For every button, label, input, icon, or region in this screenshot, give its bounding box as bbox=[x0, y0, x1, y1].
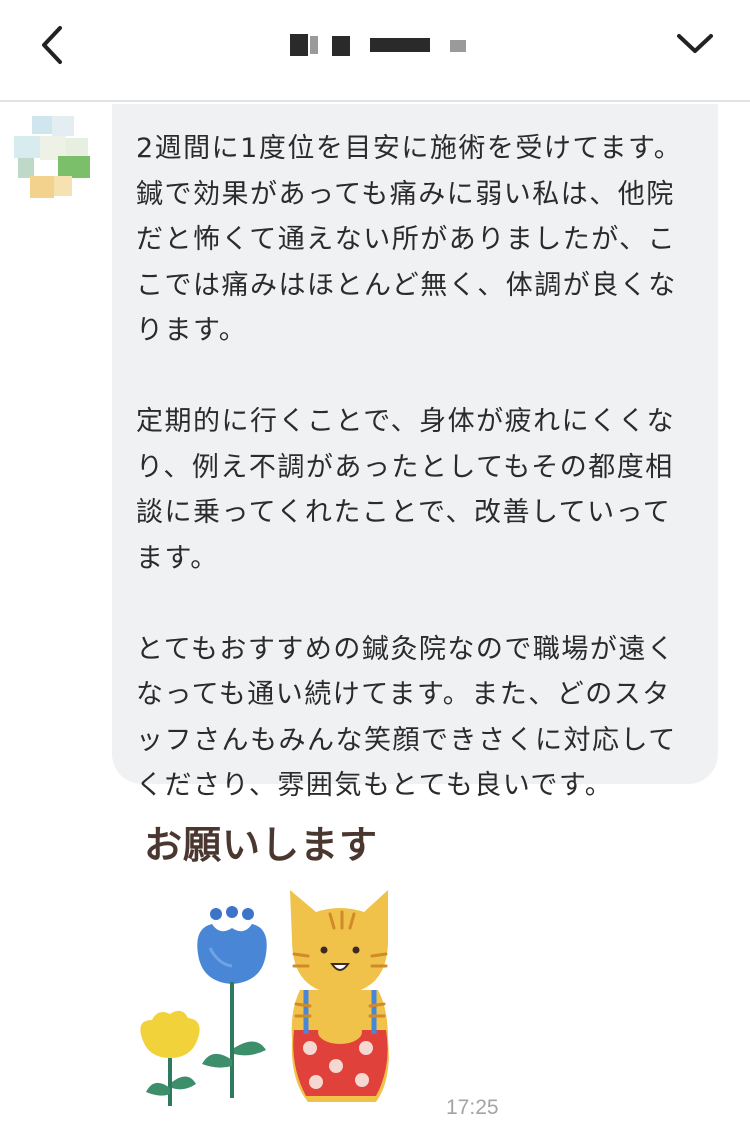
sticker[interactable]: お願いします bbox=[130, 810, 420, 1110]
chat-title-text bbox=[280, 32, 281, 33]
chat-title bbox=[280, 32, 480, 62]
message-timestamp: 17:25 bbox=[446, 1096, 499, 1119]
avatar[interactable] bbox=[14, 116, 94, 200]
menu-toggle-button[interactable] bbox=[670, 20, 720, 70]
chat-header bbox=[0, 0, 750, 102]
back-button[interactable] bbox=[28, 20, 78, 70]
message-text: 2週間に1度位を目安に施術を受けてます。鍼で効果があっても痛みに弱い私は、他院だ… bbox=[136, 133, 683, 801]
sticker-caption: お願いします bbox=[144, 823, 379, 867]
chevron-down-icon bbox=[677, 34, 713, 53]
cat-with-flowers-sticker bbox=[140, 890, 389, 1106]
chevron-left-icon bbox=[42, 26, 62, 64]
